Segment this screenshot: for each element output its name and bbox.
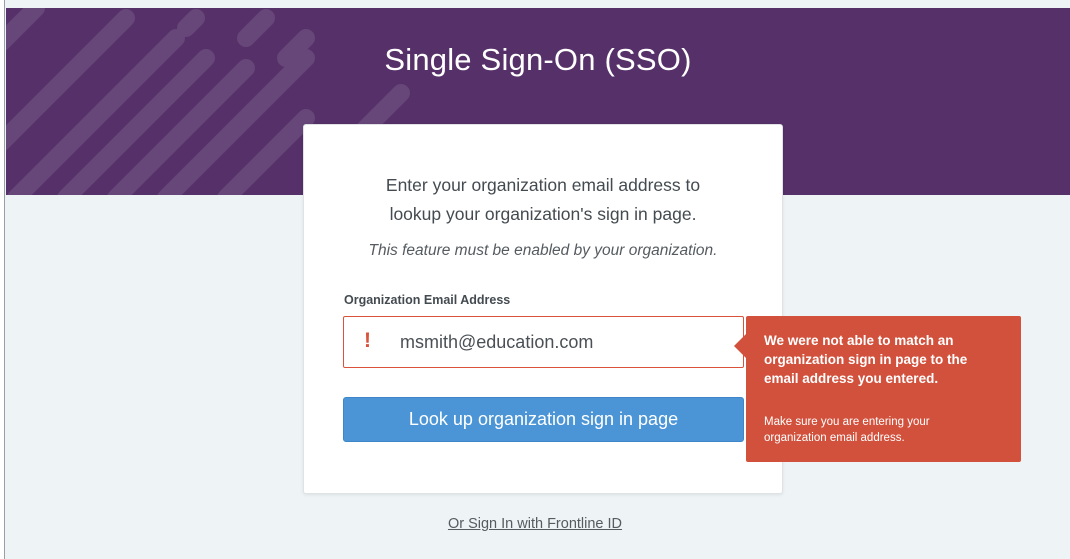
error-exclamation-icon: ! [364,329,371,352]
error-message-line-3: email address you entered. [764,371,939,386]
error-hint-line-2: organization email address. [764,432,905,444]
instructions-line-1: Enter your organization email address to [385,175,701,195]
email-field[interactable]: ! msmith@education.com [343,316,744,368]
window-edge [0,0,5,559]
error-message-line-2: organization sign in page to the [764,352,968,367]
email-field-label: Organization Email Address [344,293,511,307]
frontline-id-signin-link[interactable]: Or Sign In with Frontline ID [0,516,1070,532]
instructions-line-2: lookup your organization's sign in page. [389,204,697,224]
error-message-line-1: We were not able to match an [764,333,954,348]
page-title: Single Sign-On (SSO) [384,42,692,77]
error-hint-line-1: Make sure you are entering your [764,416,930,428]
email-field-value[interactable]: msmith@education.com [400,332,593,353]
feature-note: This feature must be enabled by your org… [368,242,718,259]
lookup-sign-in-page-button[interactable]: Look up organization sign in page [343,397,744,442]
instructions-text: Enter your organization email address to… [304,171,782,229]
sso-lookup-card: Enter your organization email address to… [303,124,783,494]
error-tooltip-hint: Make sure you are entering your organiza… [764,414,1009,446]
error-tooltip-message: We were not able to match an organizatio… [764,331,1009,388]
error-tooltip: We were not able to match an organizatio… [734,316,1021,462]
